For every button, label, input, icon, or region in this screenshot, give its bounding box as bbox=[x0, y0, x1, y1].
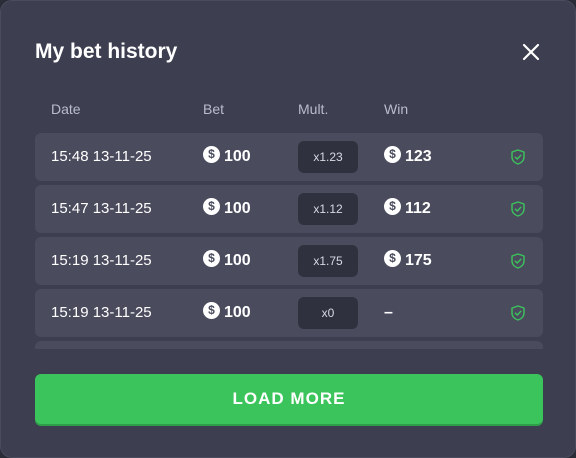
row-multiplier: x0 bbox=[298, 297, 358, 329]
close-button[interactable] bbox=[517, 38, 545, 66]
row-win: $123 bbox=[384, 133, 432, 181]
table-row bbox=[35, 341, 543, 349]
row-win-amount: 123 bbox=[405, 148, 432, 165]
row-win-amount: 175 bbox=[405, 252, 432, 269]
row-multiplier: x1.23 bbox=[298, 141, 358, 173]
table-row: 15:19 13-11-25 $100 x1.75 $175 bbox=[35, 237, 543, 285]
row-win-amount: – bbox=[384, 304, 393, 321]
shield-check-icon[interactable] bbox=[511, 201, 525, 217]
shield-check-icon[interactable] bbox=[511, 253, 525, 269]
column-header-date: Date bbox=[51, 101, 81, 117]
row-date: 15:19 13-11-25 bbox=[51, 304, 152, 321]
table-row: 15:48 13-11-25 $100 x1.23 $123 bbox=[35, 133, 543, 181]
column-header-mult: Mult. bbox=[298, 101, 329, 117]
row-bet-amount: 100 bbox=[224, 304, 251, 321]
row-bet: $100 bbox=[203, 133, 251, 181]
shield-check-icon[interactable] bbox=[511, 305, 525, 321]
row-bet: $100 bbox=[203, 237, 251, 285]
row-multiplier: x1.12 bbox=[298, 193, 358, 225]
close-icon bbox=[522, 43, 540, 61]
shield-check-icon[interactable] bbox=[511, 149, 525, 165]
row-date: 15:19 13-11-25 bbox=[51, 252, 152, 269]
row-date: 15:48 13-11-25 bbox=[51, 148, 152, 165]
row-date: 15:47 13-11-25 bbox=[51, 200, 152, 217]
row-bet: $100 bbox=[203, 185, 251, 233]
bet-history-modal: My bet history Date Bet Mult. Win 15:48 … bbox=[0, 0, 576, 458]
dollar-coin-icon: $ bbox=[203, 146, 220, 164]
dollar-coin-icon: $ bbox=[203, 250, 220, 268]
bet-history-list[interactable]: 15:48 13-11-25 $100 x1.23 $123 15:47 13-… bbox=[35, 133, 543, 349]
dollar-coin-icon: $ bbox=[384, 250, 401, 268]
column-header-win: Win bbox=[384, 101, 409, 117]
modal-title: My bet history bbox=[35, 40, 178, 63]
column-header-bet: Bet bbox=[203, 101, 225, 117]
table-row: 15:47 13-11-25 $100 x1.12 $112 bbox=[35, 185, 543, 233]
dollar-coin-icon: $ bbox=[384, 198, 401, 216]
row-win: – bbox=[384, 289, 393, 337]
row-win-amount: 112 bbox=[405, 200, 431, 217]
row-bet-amount: 100 bbox=[224, 200, 251, 217]
row-bet: $100 bbox=[203, 289, 251, 337]
table-row: 15:19 13-11-25 $100 x0 – bbox=[35, 289, 543, 337]
row-win: $175 bbox=[384, 237, 432, 285]
row-multiplier: x1.75 bbox=[298, 245, 358, 277]
row-win: $112 bbox=[384, 185, 431, 233]
load-more-button[interactable]: LOAD MORE bbox=[35, 374, 543, 424]
row-bet-amount: 100 bbox=[224, 148, 251, 165]
dollar-coin-icon: $ bbox=[203, 198, 220, 216]
table-header: Date Bet Mult. Win bbox=[51, 101, 531, 121]
dollar-coin-icon: $ bbox=[384, 146, 401, 164]
row-bet-amount: 100 bbox=[224, 252, 251, 269]
dollar-coin-icon: $ bbox=[203, 302, 220, 320]
